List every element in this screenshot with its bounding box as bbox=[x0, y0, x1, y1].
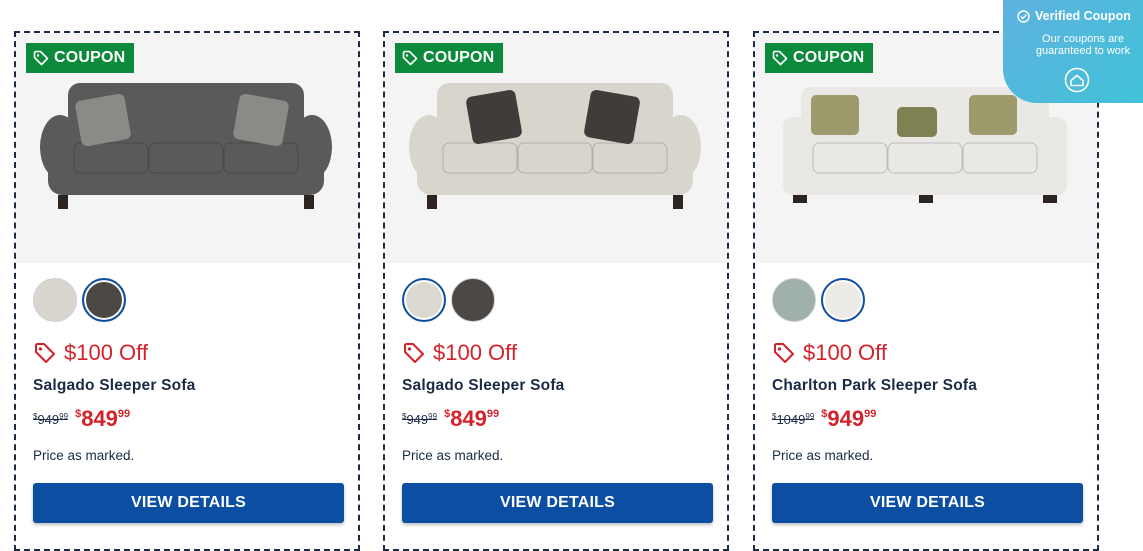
color-swatch[interactable] bbox=[772, 278, 816, 322]
was-price: $94999 bbox=[33, 412, 69, 427]
discount-label: $100 Off bbox=[34, 340, 148, 366]
verified-title-row: Verified Coupon bbox=[1017, 9, 1131, 23]
product-card[interactable]: COUPON $100 Off Salgado Sleeper Sofa $94… bbox=[14, 31, 360, 551]
check-circle-icon bbox=[1017, 9, 1030, 23]
discount-label: $100 Off bbox=[773, 340, 887, 366]
tag-icon bbox=[774, 343, 794, 363]
price-row: $94999 $84999 bbox=[33, 406, 130, 432]
color-swatches bbox=[402, 278, 495, 322]
was-price: $94999 bbox=[402, 412, 438, 427]
coupon-badge-label: COUPON bbox=[423, 49, 495, 66]
view-details-button[interactable]: VIEW DETAILS bbox=[772, 483, 1083, 523]
tag-icon bbox=[33, 50, 49, 66]
sofa-image bbox=[40, 83, 332, 209]
coupon-badge-label: COUPON bbox=[54, 49, 126, 66]
sale-price: $84999 bbox=[444, 406, 500, 431]
coupon-badge: COUPON bbox=[765, 43, 874, 73]
was-price: $104999 bbox=[772, 412, 815, 427]
sale-price: $84999 bbox=[75, 406, 131, 431]
color-swatches bbox=[772, 278, 865, 322]
tag-icon bbox=[404, 343, 424, 363]
color-swatch[interactable] bbox=[33, 278, 77, 322]
tag-icon bbox=[402, 50, 418, 66]
discount-label: $100 Off bbox=[403, 340, 517, 366]
sale-price: $94999 bbox=[821, 406, 877, 431]
product-card[interactable]: COUPON $100 Off Salgado Sleeper Sofa $94… bbox=[383, 31, 729, 551]
view-details-button[interactable]: VIEW DETAILS bbox=[33, 483, 344, 523]
product-image[interactable]: COUPON bbox=[16, 33, 358, 263]
verified-subtitle: Our coupons are guaranteed to work bbox=[1035, 33, 1131, 57]
sofa-image bbox=[409, 83, 701, 209]
product-card[interactable]: COUPON $100 Off Charlton Park Sleeper So… bbox=[753, 31, 1099, 551]
discount-text: $100 Off bbox=[803, 340, 887, 365]
discount-text: $100 Off bbox=[433, 340, 517, 365]
price-row: $104999 $94999 bbox=[772, 406, 876, 432]
price-note: Price as marked. bbox=[402, 448, 504, 463]
price-note: Price as marked. bbox=[772, 448, 874, 463]
discount-text: $100 Off bbox=[64, 340, 148, 365]
product-name[interactable]: Charlton Park Sleeper Sofa bbox=[772, 377, 977, 395]
view-details-button[interactable]: VIEW DETAILS bbox=[402, 483, 713, 523]
tag-icon bbox=[772, 50, 788, 66]
tag-icon bbox=[35, 343, 55, 363]
color-swatch[interactable] bbox=[451, 278, 495, 322]
color-swatch[interactable] bbox=[402, 278, 446, 322]
color-swatches bbox=[33, 278, 126, 322]
coupon-badge: COUPON bbox=[26, 43, 135, 73]
product-name[interactable]: Salgado Sleeper Sofa bbox=[33, 377, 196, 395]
verified-coupon-badge[interactable]: Verified Coupon Our coupons are guarante… bbox=[1003, 0, 1143, 103]
coupon-badge-label: COUPON bbox=[793, 49, 865, 66]
color-swatch[interactable] bbox=[82, 278, 126, 322]
coupon-badge: COUPON bbox=[395, 43, 504, 73]
product-name[interactable]: Salgado Sleeper Sofa bbox=[402, 377, 565, 395]
price-note: Price as marked. bbox=[33, 448, 135, 463]
home-logo-icon bbox=[1064, 67, 1090, 93]
color-swatch[interactable] bbox=[821, 278, 865, 322]
product-image[interactable]: COUPON bbox=[385, 33, 727, 263]
price-row: $94999 $84999 bbox=[402, 406, 499, 432]
verified-title: Verified Coupon bbox=[1035, 9, 1131, 23]
